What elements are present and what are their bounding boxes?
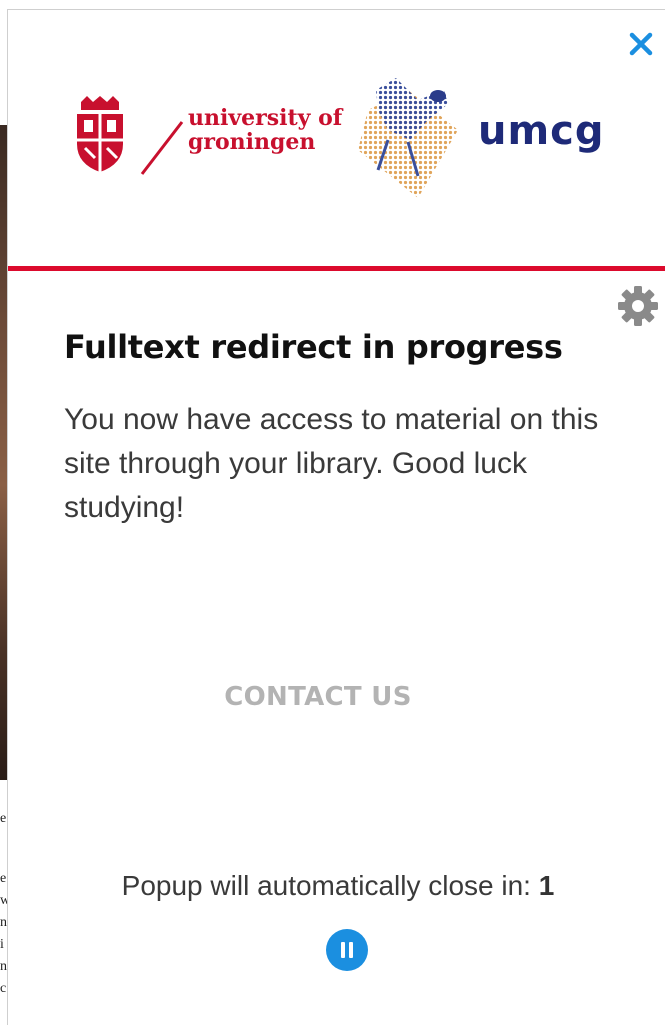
close-icon [629, 32, 653, 56]
popup-title: Fulltext redirect in progress [64, 328, 563, 366]
university-crest-icon [77, 96, 123, 172]
header-divider [8, 266, 665, 271]
frog-emblem-icon [358, 78, 458, 198]
university-of-groningen-wordmark: university of groningen [188, 105, 343, 155]
countdown-label: Popup will automatically close in: [121, 870, 539, 901]
close-button[interactable] [625, 28, 657, 60]
auto-close-countdown: Popup will automatically close in: 1 [8, 870, 665, 902]
settings-button[interactable] [617, 285, 659, 327]
pause-countdown-button[interactable] [326, 929, 368, 971]
logo-divider-slash [140, 121, 184, 175]
page: e e w n i n c university of groningen um… [0, 0, 665, 1025]
countdown-value: 1 [538, 870, 555, 901]
contact-us-link[interactable]: CONTACT US [8, 682, 628, 712]
institution-logos: university of groningen umcg [68, 68, 628, 218]
fulltext-redirect-popup: university of groningen umcg Fulltext re… [7, 9, 665, 1025]
umcg-wordmark: umcg [478, 108, 605, 154]
popup-message: You now have access to material on this … [64, 403, 599, 524]
gear-icon [618, 286, 658, 326]
